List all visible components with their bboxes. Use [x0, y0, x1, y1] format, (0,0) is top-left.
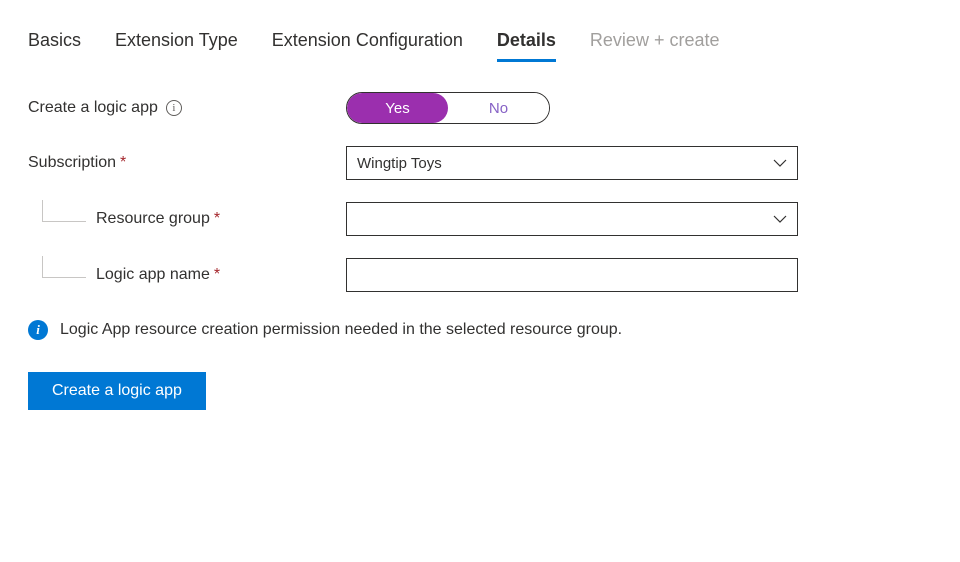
tree-line-icon — [42, 200, 86, 222]
label-subscription: Subscription * — [28, 154, 346, 172]
tab-extension-type[interactable]: Extension Type — [115, 30, 238, 62]
select-resource-group[interactable] — [346, 202, 798, 236]
info-circle-icon: i — [28, 320, 48, 340]
select-subscription-value: Wingtip Toys — [357, 155, 442, 172]
select-subscription[interactable]: Wingtip Toys — [346, 146, 798, 180]
tab-basics[interactable]: Basics — [28, 30, 81, 62]
info-bar: i Logic App resource creation permission… — [28, 320, 932, 340]
tab-review-create[interactable]: Review + create — [590, 30, 720, 62]
toggle-option-no[interactable]: No — [448, 93, 549, 123]
label-create-logic-app: Create a logic app i — [28, 99, 346, 117]
label-logic-app-name: Logic app name * — [28, 264, 346, 286]
input-logic-app-name[interactable] — [346, 258, 798, 292]
tab-bar: Basics Extension Type Extension Configur… — [28, 30, 932, 62]
tab-extension-configuration[interactable]: Extension Configuration — [272, 30, 463, 62]
chevron-down-icon — [773, 159, 787, 167]
row-logic-app-name: Logic app name * — [28, 258, 932, 292]
create-logic-app-button[interactable]: Create a logic app — [28, 372, 206, 410]
label-text-subscription: Subscription — [28, 154, 116, 172]
required-marker: * — [214, 210, 220, 228]
toggle-create-logic-app[interactable]: Yes No — [346, 92, 550, 124]
label-resource-group: Resource group * — [28, 208, 346, 230]
tree-line-icon — [42, 256, 86, 278]
info-icon[interactable]: i — [166, 100, 182, 116]
label-text-resource-group: Resource group — [96, 210, 210, 228]
required-marker: * — [214, 266, 220, 284]
row-create-logic-app: Create a logic app i Yes No — [28, 92, 932, 124]
label-text-logic-app-name: Logic app name — [96, 266, 210, 284]
chevron-down-icon — [773, 215, 787, 223]
row-subscription: Subscription * Wingtip Toys — [28, 146, 932, 180]
toggle-option-yes[interactable]: Yes — [347, 93, 448, 123]
info-message: Logic App resource creation permission n… — [60, 321, 622, 339]
required-marker: * — [120, 154, 126, 172]
row-resource-group: Resource group * — [28, 202, 932, 236]
tab-details[interactable]: Details — [497, 30, 556, 62]
label-text-create-logic-app: Create a logic app — [28, 99, 158, 117]
